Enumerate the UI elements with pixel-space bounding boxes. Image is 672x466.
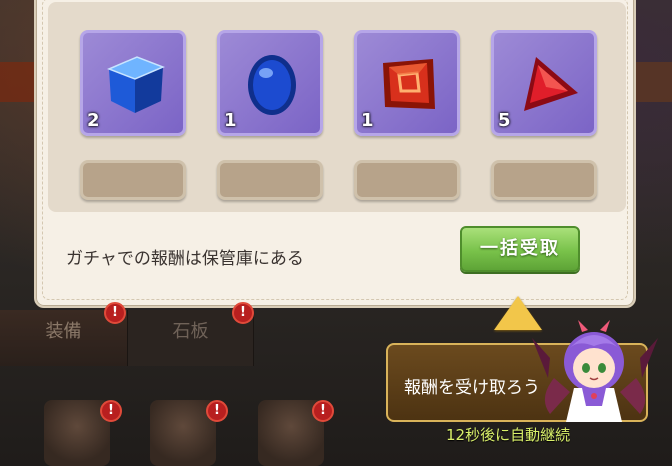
reward-grid: 2 1 1 5 [48,2,626,212]
reward-item-slot [354,160,460,200]
notification-badge: ! [104,302,126,324]
item-count: 5 [498,110,511,131]
reward-item-slot [217,160,323,200]
red-triangle-gem-icon [524,57,578,111]
reward-item-slot [80,160,186,200]
tab-label: 石板 [172,321,209,342]
reward-item-slot [491,160,597,200]
background-decoration [634,62,672,102]
item-count: 2 [87,110,100,131]
reward-item-blue-egg[interactable]: 1 [217,30,323,136]
notification-badge: ! [232,302,254,324]
item-count: 1 [224,110,237,131]
auto-continue-timer: 12秒後に自動継続 [446,426,571,444]
blue-cube-gem-icon [107,56,165,113]
notification-badge: ! [206,400,228,422]
reward-dialog: 2 1 1 5 ガチャでの報酬は保管庫にある 一括受取 [34,0,636,308]
tutorial-message: 報酬を受け取ろう [404,378,540,398]
vault-notice: ガチャでの報酬は保管庫にある [66,249,304,269]
notification-badge: ! [312,400,334,422]
red-square-gem-icon [383,59,435,109]
notification-badge: ! [100,400,122,422]
guide-mascot-icon [532,320,658,422]
blue-egg-gem-icon [248,55,296,115]
reward-item-red-triangle[interactable]: 5 [491,30,597,136]
reward-item-blue-cube[interactable]: 2 [80,30,186,136]
tab-label: 装備 [45,321,82,342]
item-count: 1 [361,110,374,131]
reward-item-red-square[interactable]: 1 [354,30,460,136]
collect-all-button[interactable]: 一括受取 [460,226,580,272]
